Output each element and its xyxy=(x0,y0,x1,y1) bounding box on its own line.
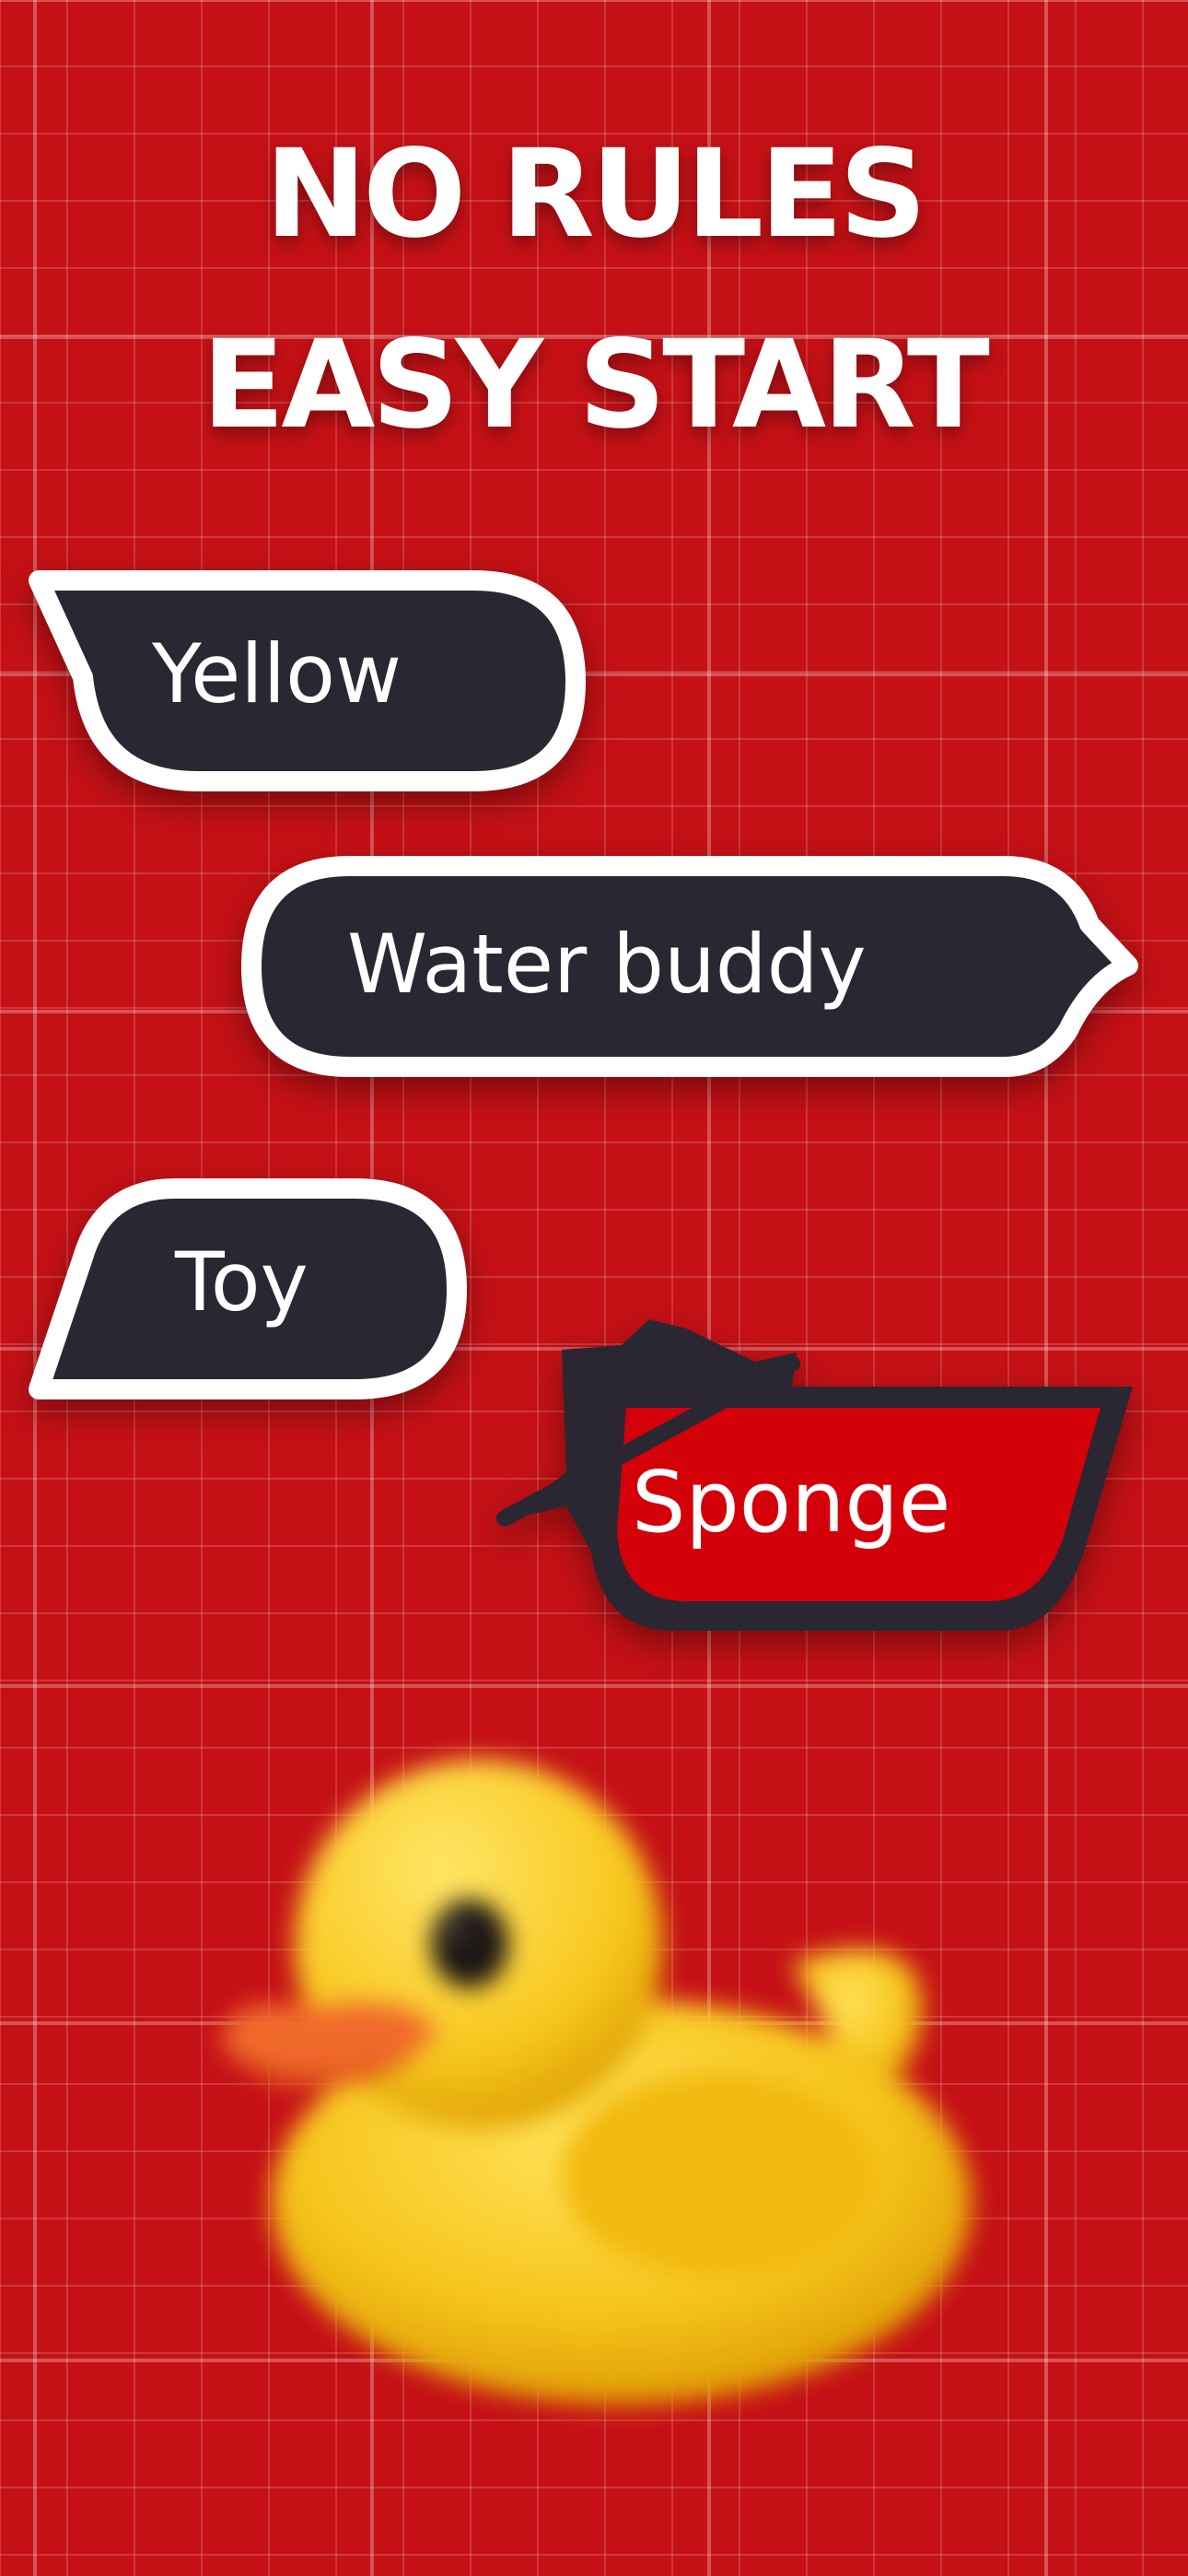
word-bubble-water-buddy[interactable]: Water buddy xyxy=(235,846,1156,1085)
word-bubble-sponge[interactable]: Sponge xyxy=(488,1308,1151,1658)
word-bubble-toy[interactable]: Toy xyxy=(28,1170,470,1410)
bubble-label-water-buddy: Water buddy xyxy=(347,917,867,1012)
bubble-label-sponge: Sponge xyxy=(632,1453,951,1551)
rubber-duck-image xyxy=(203,1714,1031,2451)
bubble-label-yellow: Yellow xyxy=(152,626,402,721)
word-bubble-yellow[interactable]: Yellow xyxy=(28,562,586,802)
bubble-label-toy: Toy xyxy=(175,1235,309,1329)
headline-line-1: NO RULES xyxy=(264,123,927,265)
headline-line-2: EASY START xyxy=(202,314,990,456)
